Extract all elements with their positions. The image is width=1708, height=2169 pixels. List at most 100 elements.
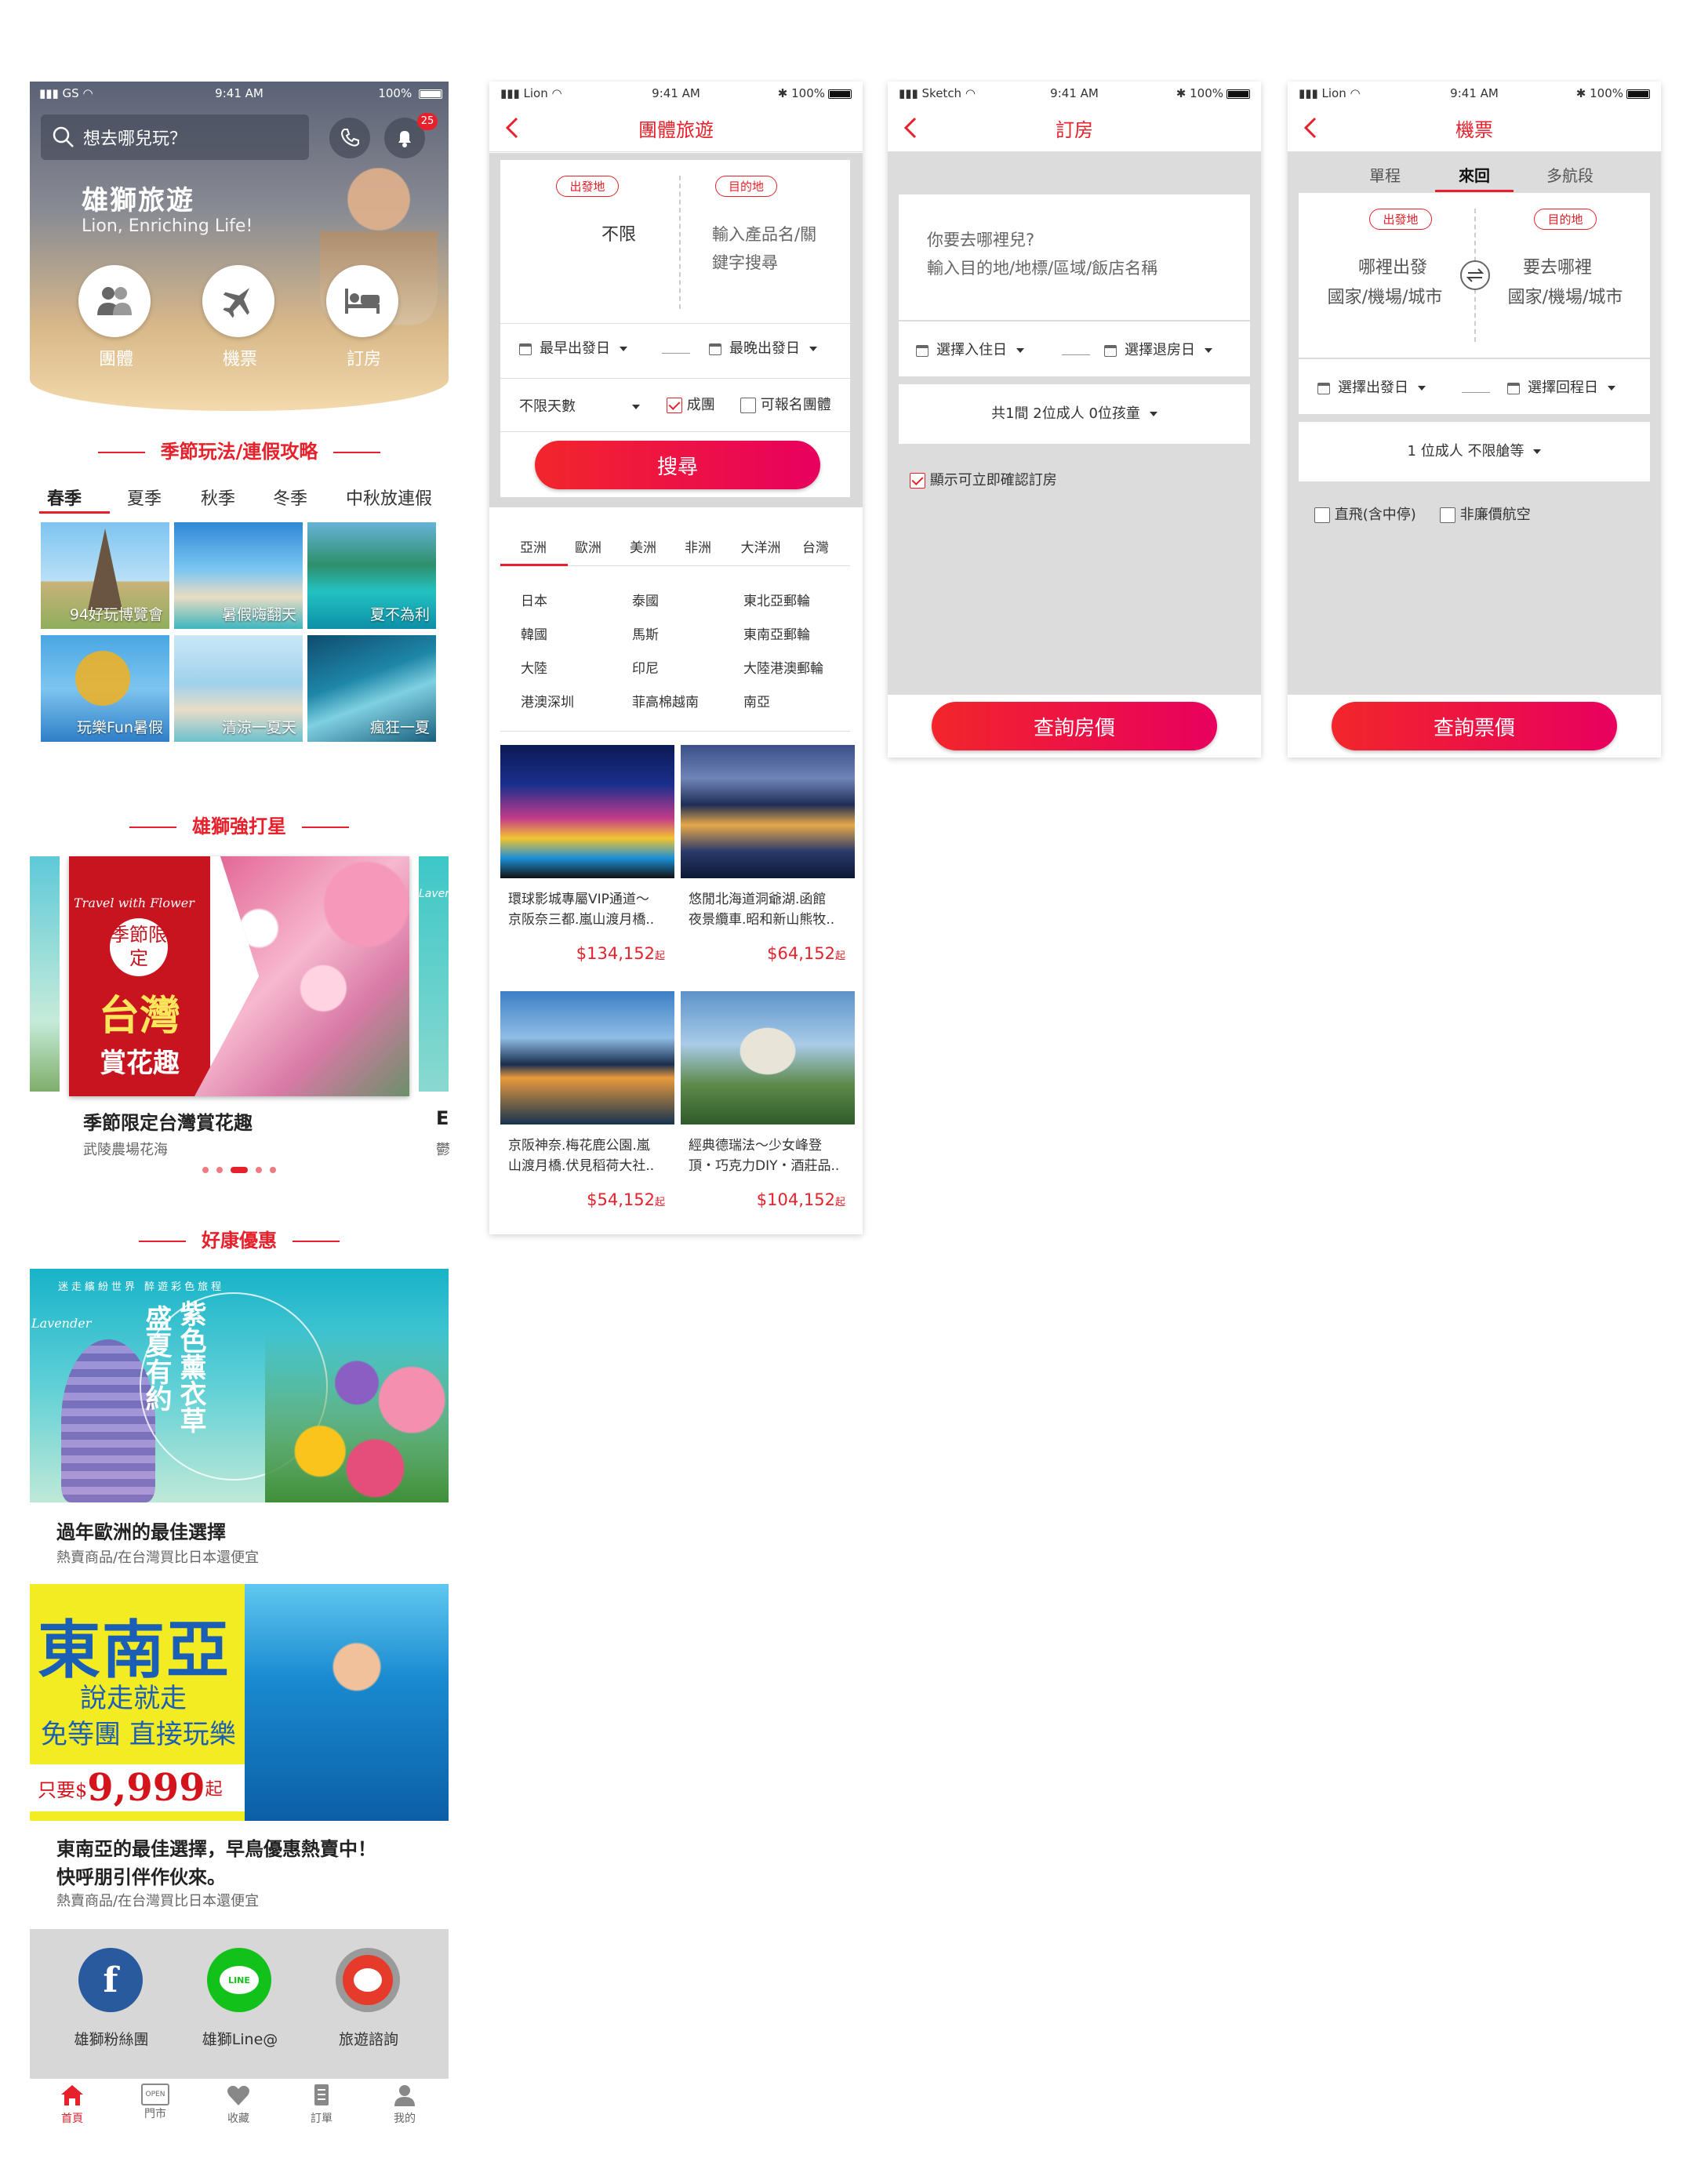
depart-select[interactable]: 選擇出發日 bbox=[1317, 376, 1426, 397]
deal-banner-lavender[interactable]: 迷走繽紛世界 醉遊彩色旅程 Lavender 盛夏有約 紫色薰衣草 bbox=[30, 1269, 449, 1502]
quick-action-hotel[interactable]: 訂房 bbox=[326, 265, 402, 370]
region-tab-taiwan[interactable]: 台灣 bbox=[792, 536, 839, 556]
region-link[interactable]: 大陸 bbox=[521, 657, 547, 677]
region-tab-africa[interactable]: 非洲 bbox=[674, 536, 721, 556]
phone-button[interactable] bbox=[329, 118, 370, 158]
back-button[interactable] bbox=[500, 116, 524, 140]
region-tab-oceania[interactable]: 大洋洲 bbox=[729, 536, 792, 556]
days-select[interactable]: 不限天數 bbox=[519, 395, 652, 416]
pager-dot-active[interactable] bbox=[231, 1167, 248, 1173]
from-label: 出發地 bbox=[556, 176, 619, 197]
line-icon[interactable]: LINE bbox=[207, 1948, 271, 2012]
season-tile[interactable]: 夏不為利 bbox=[307, 522, 436, 629]
tab-favorites[interactable]: 收藏 bbox=[207, 2084, 270, 2126]
season-tile[interactable]: 瘋狂一夏 bbox=[307, 635, 436, 742]
search-button[interactable]: 搜尋 bbox=[535, 441, 820, 489]
from-section[interactable]: 出發地 哪裡出發 國家/機場/城市 bbox=[1299, 193, 1471, 358]
guests-select[interactable]: 共1間 2位成人 0位孩童 bbox=[899, 384, 1250, 444]
product-card[interactable]: 經典德瑞法～少女峰登 頂・巧克力DIY・酒莊品.. $104,152起 bbox=[681, 991, 855, 1226]
pager-dot[interactable] bbox=[216, 1167, 223, 1173]
lion-mascot-icon[interactable] bbox=[336, 1948, 400, 2012]
quick-action-group[interactable]: 團體 bbox=[78, 265, 154, 370]
region-link[interactable]: 東北亞郵輪 bbox=[743, 590, 810, 609]
back-button[interactable] bbox=[1299, 116, 1322, 140]
region-tab-europe[interactable]: 歐洲 bbox=[565, 536, 612, 556]
date-earliest[interactable]: 最早出發日 bbox=[519, 337, 627, 358]
season-tile[interactable]: 清涼一夏天 bbox=[174, 635, 303, 742]
region-link[interactable]: 韓國 bbox=[521, 623, 547, 643]
tab-round-trip[interactable]: 來回 bbox=[1443, 163, 1506, 186]
region-link[interactable]: 日本 bbox=[521, 590, 547, 609]
calendar-icon bbox=[1317, 382, 1330, 394]
season-tile[interactable]: 94好玩博覽會 bbox=[41, 522, 169, 629]
destination-input[interactable]: 你要去哪裡兒? 輸入目的地/地標/區域/飯店名稱 bbox=[899, 194, 1250, 320]
tab-home[interactable]: 首頁 bbox=[41, 2084, 104, 2126]
instant-confirm-checkbox[interactable]: 顯示可立即確認訂房 bbox=[910, 469, 1057, 489]
product-card[interactable]: 環球影城專屬VIP通道～ 京阪奈三都.嵐山渡月橋.. $134,152起 bbox=[500, 745, 674, 980]
region-link[interactable]: 印尼 bbox=[632, 657, 659, 677]
depart-label: 選擇出發日 bbox=[1338, 380, 1408, 396]
order-list-icon bbox=[314, 2084, 329, 2105]
pager-dot[interactable] bbox=[270, 1167, 276, 1173]
product-card[interactable]: 悠閒北海道洞爺湖.函館 夜景纜車.昭和新山熊牧.. $64,152起 bbox=[681, 745, 855, 980]
region-tab-america[interactable]: 美洲 bbox=[620, 536, 667, 556]
back-button[interactable] bbox=[899, 116, 922, 140]
tab-midautumn[interactable]: 中秋放連假 bbox=[334, 485, 444, 510]
region-link[interactable]: 菲高棉越南 bbox=[632, 691, 699, 710]
from-value: 不限 bbox=[601, 225, 636, 245]
region-link[interactable]: 大陸港澳郵輪 bbox=[743, 657, 823, 677]
product-price: $54,152起 bbox=[491, 1190, 665, 1209]
region-link[interactable]: 港澳深圳 bbox=[521, 691, 574, 710]
carousel-card-main[interactable]: Travel with Flower 季節限定 台灣 賞花趣 bbox=[69, 856, 409, 1096]
tab-profile[interactable]: 我的 bbox=[373, 2084, 436, 2126]
date-latest[interactable]: 最晚出發日 bbox=[709, 337, 817, 358]
checkout-select[interactable]: 選擇退房日 bbox=[1104, 339, 1212, 359]
quick-action-flight[interactable]: 機票 bbox=[202, 265, 278, 370]
tab-multi-city[interactable]: 多航段 bbox=[1531, 163, 1609, 186]
from-section[interactable]: 出發地 不限 bbox=[500, 160, 674, 317]
checkbox-checked-icon bbox=[910, 473, 925, 489]
carousel-peek-right[interactable]: Laver bbox=[419, 856, 449, 1092]
tab-autumn[interactable]: 秋季 bbox=[193, 485, 243, 510]
search-flight-button[interactable]: 查詢票價 bbox=[1332, 702, 1617, 750]
checkin-select[interactable]: 選擇入住日 bbox=[916, 339, 1024, 359]
passengers-select[interactable]: 1 位成人 不限艙等 bbox=[1299, 422, 1650, 481]
to-section[interactable]: 目的地 要去哪裡 國家/機場/城市 bbox=[1481, 193, 1650, 358]
region-link[interactable]: 馬斯 bbox=[632, 623, 659, 643]
tab-orders[interactable]: 訂單 bbox=[290, 2084, 353, 2126]
season-tile[interactable]: 暑假嗨翻天 bbox=[174, 522, 303, 629]
confirmed-checkbox[interactable]: 成團 bbox=[667, 394, 715, 414]
return-select[interactable]: 選擇回程日 bbox=[1507, 376, 1615, 397]
search-bar[interactable]: 想去哪兒玩？ bbox=[41, 114, 309, 160]
region-link[interactable]: 南亞 bbox=[743, 691, 770, 710]
available-checkbox[interactable]: 可報名團體 bbox=[740, 394, 831, 414]
tab-one-way[interactable]: 單程 bbox=[1354, 163, 1416, 186]
bell-icon bbox=[398, 131, 411, 147]
non-lcc-checkbox[interactable]: 非廉價航空 bbox=[1440, 503, 1531, 524]
product-card[interactable]: 京阪神奈.梅花鹿公園.嵐 山渡月橋.伏見稻荷大社.. $54,152起 bbox=[500, 991, 674, 1226]
pager-dot[interactable] bbox=[202, 1167, 209, 1173]
search-hotel-button[interactable]: 查詢房價 bbox=[932, 702, 1217, 750]
region-link[interactable]: 東南亞郵輪 bbox=[743, 623, 810, 643]
carousel-peek-left[interactable] bbox=[30, 856, 60, 1092]
caret-down-icon bbox=[632, 405, 640, 409]
bouquet-image bbox=[265, 1332, 449, 1502]
days-select-label: 不限天數 bbox=[519, 398, 576, 415]
pager-dot[interactable] bbox=[256, 1167, 262, 1173]
tab-spring[interactable]: 春季 bbox=[39, 485, 89, 510]
direct-checkbox[interactable]: 直飛(含中停) bbox=[1314, 503, 1416, 524]
social-label: 雄獅粉絲團 bbox=[74, 2031, 149, 2048]
region-tab-asia[interactable]: 亞洲 bbox=[510, 536, 557, 556]
deal-banner-southeast-asia[interactable]: 東南亞 說走就走 免等團 直接玩樂 只要$ 9,999 起 bbox=[30, 1584, 449, 1821]
facebook-icon[interactable]: f bbox=[78, 1948, 143, 2012]
tab-store[interactable]: OPEN 門市 bbox=[124, 2084, 187, 2121]
season-tile[interactable]: 玩樂Fun暑假 bbox=[41, 635, 169, 742]
checkbox-checked-icon bbox=[667, 398, 682, 413]
tab-winter[interactable]: 冬季 bbox=[265, 485, 315, 510]
to-l1: 要去哪裡 bbox=[1522, 258, 1592, 278]
region-link[interactable]: 泰國 bbox=[632, 590, 659, 609]
to-section[interactable]: 目的地 輸入產品名/關 鍵字搜尋 bbox=[684, 160, 850, 317]
tab-summer[interactable]: 夏季 bbox=[119, 485, 169, 510]
to-placeholder-l2: 鍵字搜尋 bbox=[712, 253, 778, 272]
banner-col1: 盛夏有約 bbox=[140, 1305, 172, 1411]
